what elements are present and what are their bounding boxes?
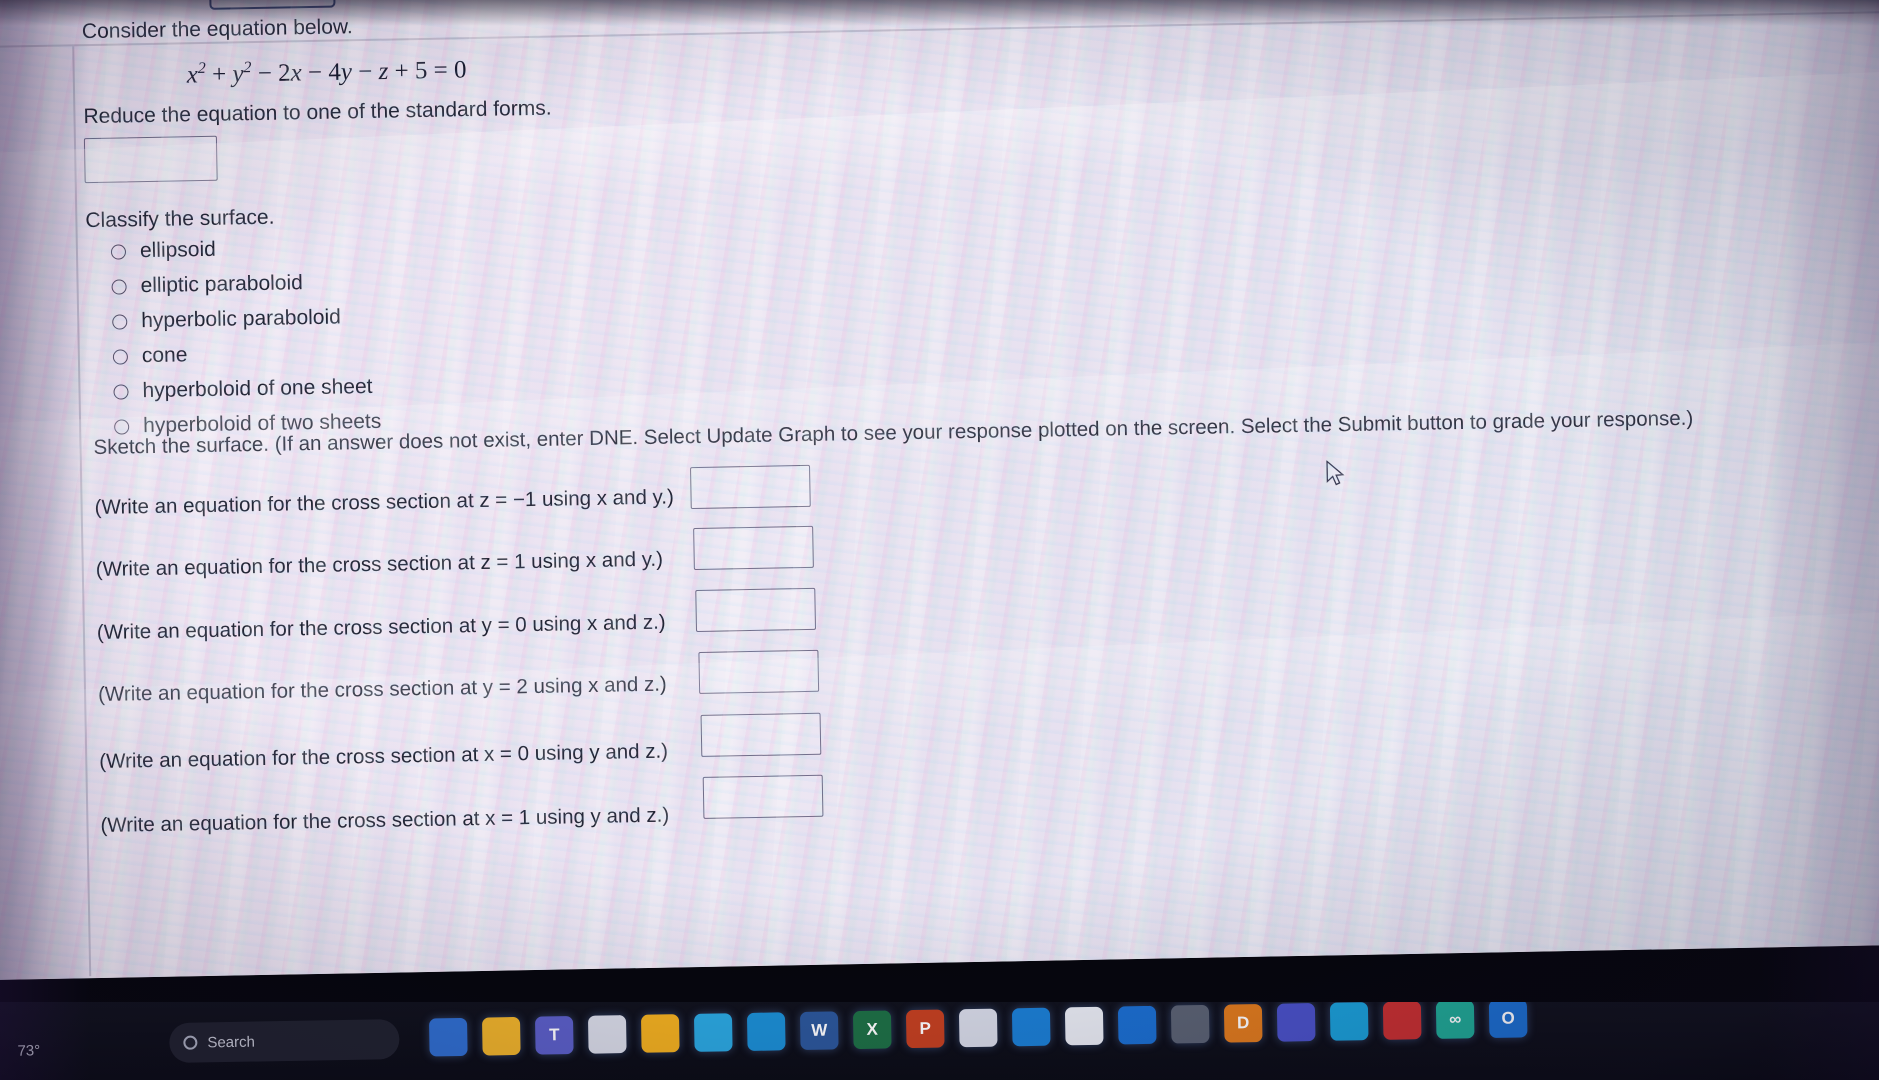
photos-icon[interactable] <box>693 1013 733 1052</box>
store-icon[interactable] <box>1064 1006 1104 1046</box>
camera-video-icon[interactable] <box>1117 1005 1157 1045</box>
word-icon[interactable]: W <box>799 1011 839 1051</box>
calculator-icon[interactable] <box>587 1015 627 1054</box>
classify-surface-label: Classify the surface. <box>85 205 275 233</box>
edge-icon[interactable] <box>746 1012 786 1051</box>
windows-taskbar: 73° Search ^ TWXPD∞O <box>0 1002 1879 1080</box>
file-explorer-icon[interactable] <box>481 1016 521 1056</box>
radio-option-ellipsoid[interactable]: ellipsoid <box>110 237 217 264</box>
search-icon <box>183 1035 198 1050</box>
details-button[interactable]: DETAILS <box>208 0 336 10</box>
cross-section-input-y-2[interactable] <box>698 649 820 694</box>
cross-section-input-z-1[interactable] <box>693 525 814 571</box>
cross-section-input-x-0[interactable] <box>700 712 822 757</box>
powerpoint-icon[interactable]: P <box>905 1009 945 1049</box>
mail-icon[interactable] <box>1011 1007 1051 1047</box>
radio-circle-icon[interactable] <box>114 418 130 435</box>
taskbar-search-box[interactable]: Search <box>169 1019 400 1064</box>
teams-icon[interactable]: T <box>534 1015 574 1055</box>
dell-icon[interactable]: D <box>1223 1003 1263 1043</box>
monitor-screen: 10. [-/2 Points] DETAILS LCET9 12.6.037.… <box>0 0 1879 980</box>
radio-label: elliptic paraboloid <box>140 271 304 298</box>
radio-label: cone <box>141 343 188 368</box>
cross-section-label-z-neg1: (Write an equation for the cross section… <box>94 485 675 520</box>
radio-circle-icon[interactable] <box>112 313 128 330</box>
screen-photo: 10. [-/2 Points] DETAILS LCET9 12.6.037.… <box>0 0 1879 1080</box>
radio-option-cone[interactable]: cone <box>112 343 188 368</box>
radio-label: hyperboloid of one sheet <box>142 374 373 403</box>
camera-icon[interactable] <box>1170 1004 1210 1044</box>
cross-section-input-z-neg1[interactable] <box>690 464 811 510</box>
cross-section-label-y-2: (Write an equation for the cross section… <box>97 672 667 706</box>
outlook-icon[interactable]: O <box>1488 1002 1528 1038</box>
radio-circle-icon[interactable] <box>111 278 127 295</box>
webassign-page: 10. [-/2 Points] DETAILS LCET9 12.6.037.… <box>0 0 1879 980</box>
reduce-equation-label: Reduce the equation to one of the standa… <box>83 96 552 129</box>
taskbar-items: 73° Search ^ TWXPD∞O <box>0 1002 1879 1080</box>
radio-option-elliptic-paraboloid[interactable]: elliptic paraboloid <box>111 271 303 299</box>
question-left-rule <box>72 46 92 977</box>
chrome-icon[interactable] <box>1276 1003 1316 1042</box>
equation-display: x2 + y2 − 2x − 4y − z + 5 = 0 <box>186 56 467 89</box>
cross-section-input-x-1[interactable] <box>702 774 824 819</box>
excel-icon[interactable]: X <box>852 1010 892 1050</box>
radio-label: ellipsoid <box>139 237 217 263</box>
settings-gear-icon[interactable] <box>958 1008 998 1048</box>
cross-section-label-z-1: (Write an equation for the cross section… <box>95 547 664 582</box>
cross-section-label-x-0: (Write an equation for the cross section… <box>99 739 669 773</box>
cross-section-label-x-1: (Write an equation for the cross section… <box>100 803 670 837</box>
opera-icon[interactable] <box>1329 1002 1369 1041</box>
consider-equation-label: Consider the equation below. <box>81 15 353 44</box>
radio-option-hyperboloid-one-sheet[interactable]: hyperboloid of one sheet <box>113 374 373 404</box>
radio-circle-icon[interactable] <box>112 348 129 365</box>
search-placeholder: Search <box>207 1033 256 1051</box>
cross-section-input-y-0[interactable] <box>695 587 817 633</box>
infinity-icon[interactable]: ∞ <box>1435 1002 1475 1039</box>
radio-circle-icon[interactable] <box>110 243 127 260</box>
shield-icon[interactable] <box>1382 1002 1422 1040</box>
radio-circle-icon[interactable] <box>113 383 129 400</box>
notes-icon[interactable] <box>640 1014 680 1053</box>
weather-temperature[interactable]: 73° <box>17 1042 40 1059</box>
screen-glare <box>502 0 614 11</box>
radio-label: hyperbolic paraboloid <box>141 305 342 333</box>
cross-section-label-y-0: (Write an equation for the cross section… <box>96 610 666 644</box>
scan-band <box>0 69 1879 227</box>
windows-start-icon[interactable] <box>428 1017 468 1057</box>
radio-option-hyperbolic-paraboloid[interactable]: hyperbolic paraboloid <box>112 305 341 333</box>
reduce-answer-input[interactable] <box>83 135 218 184</box>
